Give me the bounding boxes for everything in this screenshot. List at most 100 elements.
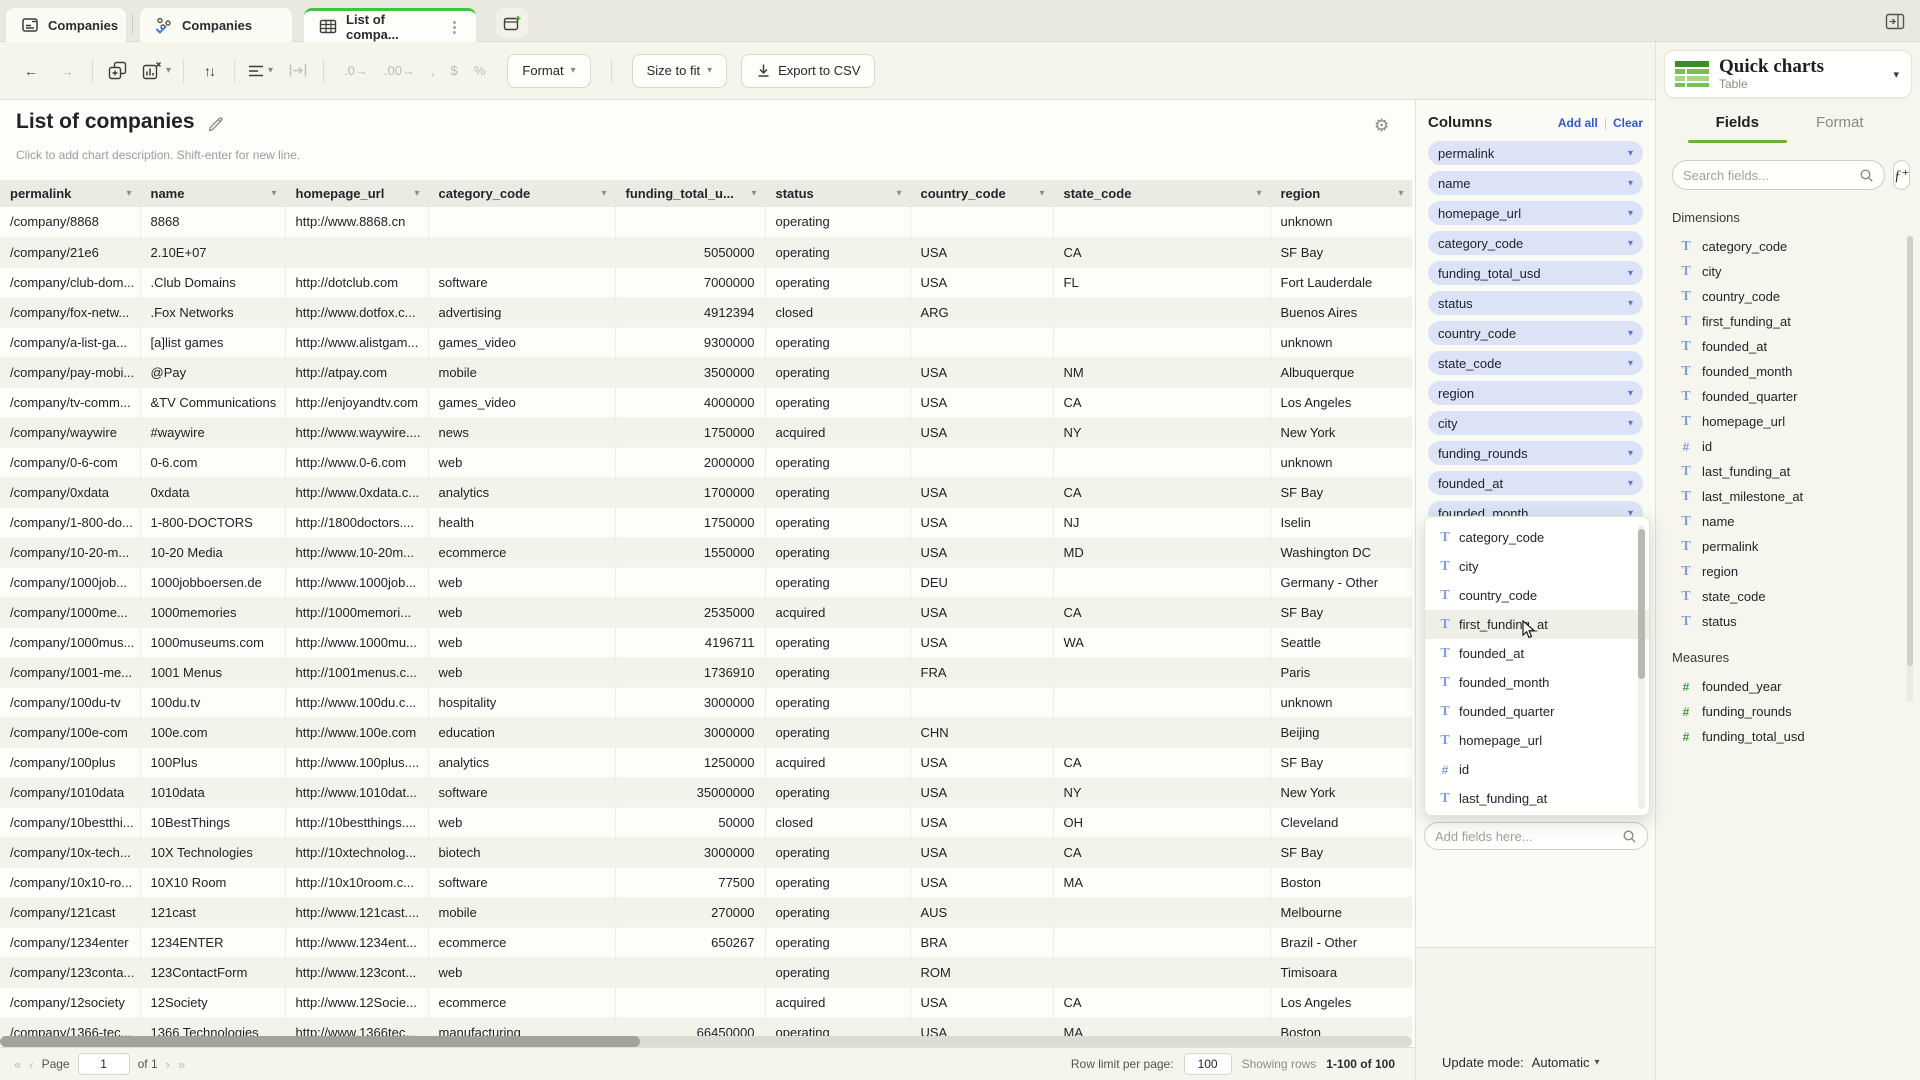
field-item-country_code[interactable]: Tcountry_code (1672, 284, 1900, 309)
tab-menu-icon[interactable]: ⋮ (443, 18, 462, 36)
field-item-city[interactable]: Tcity (1672, 259, 1900, 284)
first-page-button[interactable]: « (14, 1057, 21, 1072)
prev-page-button[interactable]: ‹ (29, 1057, 33, 1072)
column-header-name[interactable]: name ▾ (140, 180, 286, 207)
redo-button[interactable]: → (54, 55, 80, 87)
column-chip-category_code[interactable]: category_code ▾ (1428, 231, 1643, 255)
add-fields-box[interactable] (1424, 822, 1648, 850)
column-header-category_code[interactable]: category_code ▾ (428, 180, 616, 207)
dropdown-item-id[interactable]: # id (1425, 755, 1649, 784)
settings-gear-icon[interactable]: ⚙ (1374, 116, 1389, 136)
field-item-id[interactable]: # id (1672, 434, 1900, 459)
search-fields-input[interactable] (1683, 167, 1859, 183)
field-item-founded_year[interactable]: # founded_year (1672, 674, 1900, 699)
column-chip-name[interactable]: name ▾ (1428, 171, 1643, 195)
tab-fields[interactable]: Fields (1686, 114, 1789, 143)
panel-toggle-button[interactable] (1884, 11, 1906, 31)
field-item-homepage_url[interactable]: Thomepage_url (1672, 409, 1900, 434)
column-chip-founded_at[interactable]: founded_at ▾ (1428, 471, 1643, 495)
column-chip-country_code[interactable]: country_code ▾ (1428, 321, 1643, 345)
field-item-state_code[interactable]: Tstate_code (1672, 584, 1900, 609)
tab-format[interactable]: Format (1789, 114, 1892, 143)
size-to-fit-button[interactable]: Size to fit ▾ (631, 53, 728, 88)
horizontal-scrollbar-thumb[interactable] (0, 1036, 640, 1047)
column-chip-funding_rounds[interactable]: funding_rounds ▾ (1428, 441, 1643, 465)
field-item-category_code[interactable]: Tcategory_code (1672, 234, 1900, 259)
clear-link[interactable]: Clear (1613, 116, 1643, 130)
column-chip-city[interactable]: city ▾ (1428, 411, 1643, 435)
undo-button[interactable]: ← (18, 55, 44, 87)
tab-companies-ql[interactable]: Companies (140, 8, 292, 42)
last-page-button[interactable]: » (178, 1057, 185, 1072)
dropdown-item-country_code[interactable]: Tcountry_code (1425, 581, 1649, 610)
field-item-last_milestone_at[interactable]: Tlast_milestone_at (1672, 484, 1900, 509)
chart-description[interactable]: Click to add chart description. Shift-en… (16, 148, 300, 162)
update-mode-select[interactable]: Automatic ▾ (1532, 1055, 1600, 1070)
comma-format-button[interactable]: , (423, 63, 443, 78)
export-csv-button[interactable]: Export to CSV (741, 53, 876, 88)
sort-button[interactable]: ↑↓ (196, 55, 222, 87)
field-item-first_funding_at[interactable]: Tfirst_funding_at (1672, 309, 1900, 334)
column-header-status[interactable]: status ▾ (765, 180, 911, 207)
format-button[interactable]: Format ▾ (507, 53, 591, 88)
tab-list-of-companies[interactable]: List of compa... ⋮ (304, 8, 476, 42)
dropdown-item-category_code[interactable]: Tcategory_code (1425, 523, 1649, 552)
search-fields-box[interactable] (1672, 160, 1885, 190)
dropdown-item-founded_month[interactable]: Tfounded_month (1425, 668, 1649, 697)
dropdown-item-founded_quarter[interactable]: Tfounded_quarter (1425, 697, 1649, 726)
field-item-last_funding_at[interactable]: Tlast_funding_at (1672, 459, 1900, 484)
chart-type-selector[interactable]: Quick charts Table ▾ (1664, 50, 1912, 98)
column-chip-state_code[interactable]: state_code ▾ (1428, 351, 1643, 375)
column-header-homepage_url[interactable]: homepage_url ▾ (285, 180, 429, 207)
field-item-permalink[interactable]: Tpermalink (1672, 534, 1900, 559)
fields-scrollbar[interactable] (1907, 236, 1913, 702)
table-cell (910, 207, 1054, 238)
dropdown-item-last_funding_at[interactable]: Tlast_funding_at (1425, 784, 1649, 813)
field-item-status[interactable]: Tstatus (1672, 609, 1900, 634)
fields-scrollbar-thumb[interactable] (1907, 236, 1913, 666)
chart-title[interactable]: List of companies (16, 110, 195, 134)
delete-chart-button[interactable]: ▾ (141, 55, 171, 87)
column-header-funding_total_u...[interactable]: funding_total_u... ▾ (615, 180, 766, 207)
add-fields-input[interactable] (1435, 828, 1622, 844)
new-tab-button[interactable] (496, 8, 528, 38)
column-chip-permalink[interactable]: permalink ▾ (1428, 141, 1643, 165)
field-item-founded_at[interactable]: Tfounded_at (1672, 334, 1900, 359)
field-item-funding_total_usd[interactable]: # funding_total_usd (1672, 724, 1900, 749)
dropdown-scrollbar-thumb[interactable] (1638, 529, 1645, 679)
currency-format-button[interactable]: $ (443, 63, 466, 78)
column-chip-homepage_url[interactable]: homepage_url ▾ (1428, 201, 1643, 225)
column-chip-status[interactable]: status ▾ (1428, 291, 1643, 315)
field-item-founded_quarter[interactable]: Tfounded_quarter (1672, 384, 1900, 409)
add-all-link[interactable]: Add all (1558, 116, 1598, 130)
percent-format-button[interactable]: % (466, 63, 494, 78)
row-limit-input[interactable] (1183, 1053, 1232, 1075)
horizontal-scrollbar[interactable] (0, 1036, 1412, 1047)
align-button[interactable]: ▾ (247, 55, 273, 87)
increase-decimal-button[interactable]: .00→ (376, 63, 423, 78)
dropdown-item-founded_at[interactable]: Tfounded_at (1425, 639, 1649, 668)
dropdown-item-city[interactable]: Tcity (1425, 552, 1649, 581)
field-item-name[interactable]: Tname (1672, 509, 1900, 534)
wrap-text-button[interactable] (285, 55, 311, 87)
field-item-funding_rounds[interactable]: # funding_rounds (1672, 699, 1900, 724)
decrease-decimal-button[interactable]: .0→ (336, 63, 376, 78)
dropdown-scrollbar[interactable] (1638, 525, 1645, 809)
tab-companies-wizard[interactable]: Companies (6, 8, 126, 42)
add-formula-field-button[interactable]: ƒ⁺ (1893, 160, 1911, 190)
column-header-region[interactable]: region ▾ (1270, 180, 1412, 207)
field-item-founded_month[interactable]: Tfounded_month (1672, 359, 1900, 384)
column-header-country_code[interactable]: country_code ▾ (910, 180, 1054, 207)
field-item-region[interactable]: Tregion (1672, 559, 1900, 584)
table-row: /company/1010data 1010data http://www.1010… (0, 777, 1412, 808)
dropdown-item-homepage_url[interactable]: Thomepage_url (1425, 726, 1649, 755)
edit-title-icon[interactable] (207, 114, 224, 131)
page-input[interactable] (77, 1053, 130, 1075)
duplicate-chart-button[interactable] (105, 55, 131, 87)
align-left-icon (249, 65, 264, 76)
column-header-state_code[interactable]: state_code ▾ (1053, 180, 1271, 207)
column-chip-region[interactable]: region ▾ (1428, 381, 1643, 405)
column-header-permalink[interactable]: permalink ▾ (0, 180, 141, 207)
column-chip-funding_total_usd[interactable]: funding_total_usd ▾ (1428, 261, 1643, 285)
next-page-button[interactable]: › (166, 1057, 170, 1072)
